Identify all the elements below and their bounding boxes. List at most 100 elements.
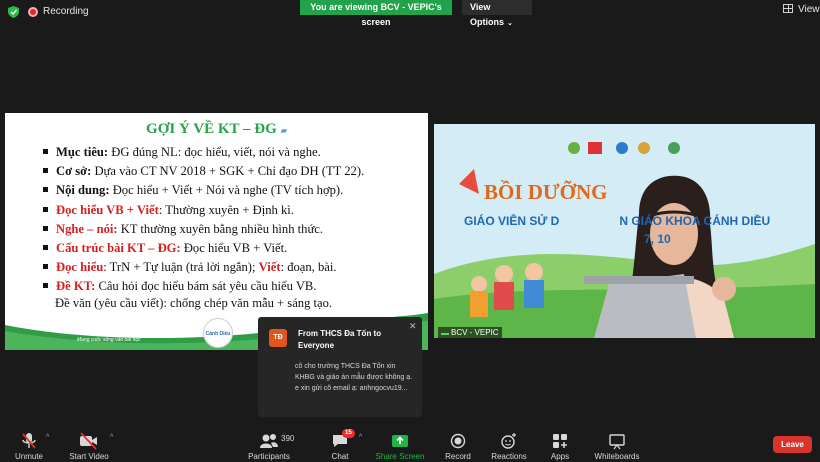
bullet-item: Cơ sở: Dựa vào CT NV 2018 + SGK + Chỉ đạ… [43, 162, 428, 181]
bullet-square-icon [43, 206, 48, 212]
bullet-text-2: : đoạn, bài. [280, 260, 337, 275]
video-banner-subtitle: GIÁO VIÊN SỬ D N GIÁO KHOA CÁNH DIỀU [464, 214, 770, 228]
audio-options-caret-icon[interactable]: ^ [46, 434, 49, 441]
bullet-text: Đọc hiểu VB + Viết. [180, 240, 288, 255]
apps-label: Apps [550, 452, 570, 461]
bullet-key: Nghe – nói: [56, 221, 118, 236]
chat-notification-title: From THCS Đa Tốn to Everyone [298, 329, 382, 350]
bullet-text: Câu hỏi đọc hiểu bám sát yêu cầu hiểu VB… [95, 279, 317, 294]
whiteboards-button[interactable]: Whiteboards [593, 426, 641, 462]
meeting-toolbar: Unmute ^ Start Video ^ Participants 390 … [0, 426, 820, 462]
bullet-square-icon [43, 244, 48, 250]
bullet-text: Đọc hiểu + Viết + Nói và nghe (TV tích h… [109, 183, 344, 198]
video-banner-sub-right: N GIÁO KHOA CÁNH DIỀU [619, 214, 771, 228]
video-banner-sub-left: GIÁO VIÊN SỬ D [464, 214, 560, 228]
video-off-icon [80, 432, 97, 450]
muted-microphone-icon [22, 433, 36, 449]
sender-avatar: TĐ [269, 329, 287, 347]
participant-count: 390 [281, 434, 295, 443]
signal-icon [441, 328, 449, 335]
bullet-square-icon [43, 149, 48, 154]
video-banner-title: BỒI DƯỠNG [484, 180, 608, 204]
reactions-button[interactable]: Reactions [489, 426, 529, 462]
share-screen-icon [392, 435, 408, 447]
bullet-key: Mục tiêu: [56, 145, 109, 159]
participant-name: BCV - VEPIC [451, 328, 499, 337]
bullet-key: Đọc hiểu VB + Viết [56, 202, 159, 217]
participant-name-label: BCV - VEPIC [438, 327, 502, 338]
chat-unread-badge: 15 [342, 429, 355, 438]
participants-button[interactable]: Participants [246, 426, 292, 462]
bullet-item: Đề KT: Câu hỏi đọc hiểu bám sát yêu cầu … [43, 277, 428, 296]
book-icon: ▰ [280, 126, 287, 135]
slide-slogan: Mang cuộc sống vào bài học [77, 337, 141, 343]
apps-button[interactable]: Apps [546, 426, 574, 462]
view-options-button[interactable]: View Options ⌄ [462, 0, 532, 27]
chat-options-caret-icon[interactable]: ^ [359, 434, 362, 441]
bullet-text: : Thường xuyên + Định kì. [158, 202, 294, 217]
bullet-text: : TrN + Tự luận (trả lời ngắn); [103, 260, 259, 275]
video-feed[interactable]: BỒI DƯỠNG GIÁO VIÊN SỬ D N GIÁO KHOA CÁNH… [434, 124, 815, 338]
slide-title: GỢI Ý VỀ KT – ĐG ▰ [5, 121, 428, 138]
shield-icon[interactable] [8, 6, 19, 18]
bullet-item: Đọc hiểu VB + Viết: Thường xuyên + Định … [43, 201, 428, 220]
view-button[interactable]: View [783, 4, 820, 20]
whiteboards-label: Whiteboards [594, 452, 640, 461]
bullet-item: Đọc hiểu: TrN + Tự luận (trả lời ngắn); … [43, 258, 428, 277]
bullet-square-icon [43, 283, 48, 289]
bullet-item: Cấu trúc bài KT – ĐG: Đọc hiểu VB + Viết… [43, 239, 428, 258]
unmute-button[interactable]: Unmute [10, 426, 48, 462]
recording-dot-icon [28, 7, 38, 17]
share-screen-button[interactable]: Share Screen [374, 426, 426, 462]
whiteboard-icon [609, 434, 625, 450]
video-background [434, 124, 815, 338]
chevron-down-icon: ⌄ [507, 20, 513, 27]
bullet-key: Nội dung: [56, 183, 110, 198]
view-label: View [798, 4, 820, 15]
unmute-label: Unmute [14, 452, 43, 461]
video-banner-number: 7, 10 [644, 232, 671, 246]
canh-dieu-logo: Cánh Diều [203, 318, 233, 348]
reactions-icon [501, 433, 516, 449]
bullet-text: Dựa vào CT NV 2018 + SGK + Chỉ đạo DH (T… [91, 164, 365, 179]
recording-label: Recording [43, 6, 89, 17]
bullet-square-icon [43, 168, 48, 174]
participants-label: Participants [248, 452, 290, 461]
start-video-label: Start Video [69, 452, 109, 461]
bullet-item: Nội dung: Đọc hiểu + Viết + Nói và nghe … [43, 181, 428, 200]
slide-bullet-list: Mục tiêu: ĐG đúng NL: đọc hiểu, viết, nó… [43, 143, 428, 297]
viewing-banner: You are viewing BCV - VEPIC's screen [300, 0, 452, 27]
bullet-text: KT thường xuyên bằng nhiều hình thức. [117, 221, 324, 236]
close-icon[interactable]: ✕ [409, 321, 417, 332]
bullet-key: Cấu trúc bài KT – ĐG: [56, 240, 181, 255]
chat-label: Chat [331, 452, 349, 461]
top-bar: Recording You are viewing BCV - VEPIC's … [0, 0, 820, 27]
participants-icon [260, 434, 278, 448]
reactions-label: Reactions [491, 452, 527, 461]
bullet-square-icon [43, 264, 48, 270]
shared-slide: GỢI Ý VỀ KT – ĐG ▰ Mục tiêu: ĐG đúng NL: … [5, 113, 428, 350]
record-icon [450, 433, 466, 449]
slide-title-text: GỢI Ý VỀ KT – ĐG [146, 121, 277, 137]
apps-icon [553, 434, 567, 448]
bullet-text: ĐG đúng NL: đọc hiểu, viết, nói và nghe. [108, 145, 321, 159]
bullet-key: Cơ sở: [56, 164, 92, 179]
bullet-key-2: Viết [258, 260, 281, 275]
bullet-square-icon [43, 225, 48, 231]
chat-notification-message: cô cho trường THCS Đa Tốn xin KHBG và gi… [295, 363, 413, 392]
bullet-square-icon [43, 187, 48, 193]
slide-last-line: Đề văn (yêu cầu viết): chống chép văn mẫ… [55, 296, 333, 310]
bullet-key: Đề KT: [56, 279, 96, 294]
bullet-item: Mục tiêu: ĐG đúng NL: đọc hiểu, viết, nó… [43, 143, 428, 162]
record-button[interactable]: Record [441, 426, 475, 462]
view-options-label: View Options [470, 2, 504, 27]
grid-icon [783, 4, 793, 13]
share-screen-label: Share Screen [375, 452, 425, 461]
record-label: Record [445, 452, 471, 461]
video-options-caret-icon[interactable]: ^ [110, 434, 113, 441]
bullet-key: Đọc hiểu [56, 260, 104, 275]
chat-notification[interactable]: TĐ From THCS Đa Tốn to Everyone ✕ cô cho… [258, 317, 422, 417]
bullet-item: Nghe – nói: KT thường xuyên bằng nhiều h… [43, 220, 428, 239]
leave-button[interactable]: Leave [773, 436, 812, 453]
start-video-button[interactable]: Start Video [66, 426, 112, 462]
